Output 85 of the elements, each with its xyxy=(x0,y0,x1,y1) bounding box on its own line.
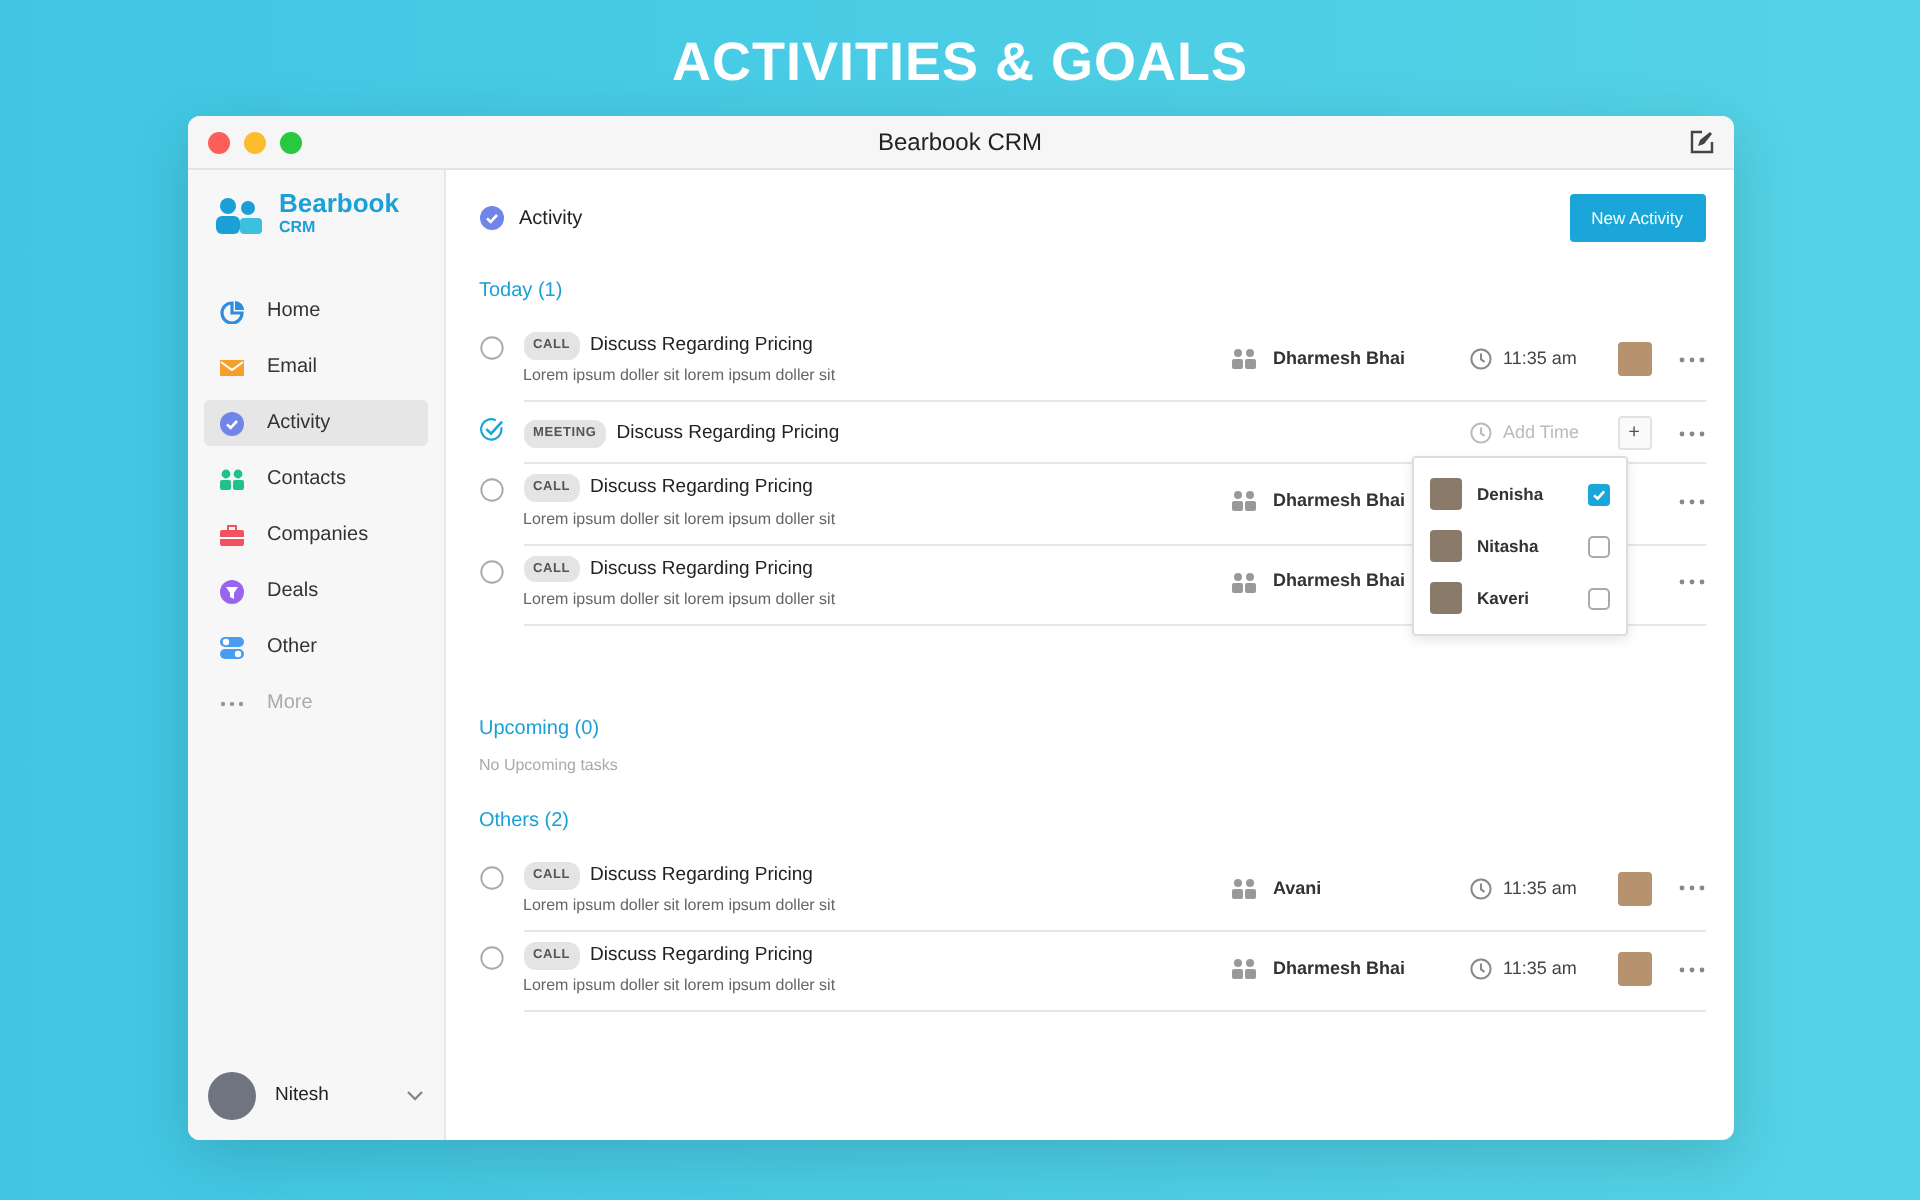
empty-circle-checkbox[interactable] xyxy=(479,946,503,970)
people-icon xyxy=(1231,571,1255,594)
section-title: Others (2) xyxy=(479,807,572,836)
assignee-name: Kaveri xyxy=(1477,585,1529,612)
task-description: Lorem ipsum doller sit lorem ipsum doller sit xyxy=(523,507,838,531)
task-description: Lorem ipsum doller sit lorem ipsum doller sit xyxy=(523,364,838,389)
clock-icon xyxy=(1469,422,1491,445)
empty-message: No Upcoming tasks xyxy=(479,753,620,778)
checkbox[interactable] xyxy=(1587,483,1609,506)
avatar-photo xyxy=(1429,582,1461,615)
time-text: 11:35 am xyxy=(1503,955,1577,982)
more-options-icon[interactable] xyxy=(1677,497,1705,506)
more-options-icon[interactable] xyxy=(1677,429,1705,438)
task-title: Discuss Regarding Pricing xyxy=(590,334,813,356)
task-title: Discuss Regarding Pricing xyxy=(590,944,813,966)
checked-circle-icon[interactable] xyxy=(479,418,503,443)
assignee-name: Nitasha xyxy=(1477,533,1539,560)
more-options-icon[interactable] xyxy=(1677,578,1705,587)
checkbox[interactable] xyxy=(1587,535,1609,558)
edit-icon[interactable] xyxy=(1689,130,1713,154)
more-options-icon[interactable] xyxy=(1677,884,1705,893)
section-title: Today (1) xyxy=(479,278,565,306)
logo-icon xyxy=(215,195,263,235)
sidebar-item[interactable]: Deals xyxy=(203,568,427,614)
avatar-photo[interactable] xyxy=(1617,952,1651,987)
sidebar-item[interactable]: Other xyxy=(203,624,427,670)
task-description: Lorem ipsum doller sit lorem ipsum doller sit xyxy=(523,974,838,999)
brand-name: Bearbook xyxy=(279,190,399,216)
pie-chart-icon xyxy=(219,299,243,323)
task-title: Discuss Regarding Pricing xyxy=(616,422,840,445)
clock-icon xyxy=(1469,348,1491,371)
chevron-down-icon[interactable] xyxy=(405,1090,423,1102)
window-zoom-button[interactable] xyxy=(279,131,301,153)
contact-name: Avani xyxy=(1273,875,1322,902)
clock-icon xyxy=(1469,877,1491,900)
sidebar-item[interactable]: Companies xyxy=(203,512,427,558)
check-circle-icon xyxy=(219,411,243,435)
window-title: Bearbook CRM xyxy=(877,126,1043,160)
sidebar-item[interactable]: Home xyxy=(203,288,427,334)
avatar-photo xyxy=(1429,478,1461,511)
people-icon xyxy=(1231,958,1255,981)
section-title: Upcoming (0) xyxy=(479,715,602,744)
people-icon xyxy=(219,467,243,491)
user-name: Nitesh xyxy=(275,1081,331,1110)
task-description: Lorem ipsum doller sit lorem ipsum doller sit xyxy=(523,587,838,612)
task-title: Discuss Regarding Pricing xyxy=(590,557,813,579)
avatar-photo xyxy=(1429,530,1461,563)
brand-subtitle: CRM xyxy=(279,216,318,240)
clock-icon xyxy=(1469,958,1491,981)
sidebar-item[interactable]: Email xyxy=(203,344,427,390)
add-assignee-button[interactable]: + xyxy=(1617,416,1651,451)
more-options-icon[interactable] xyxy=(1677,965,1705,974)
sidebar-item[interactable]: Contacts xyxy=(203,456,427,502)
envelope-icon xyxy=(219,355,243,379)
task-title: Discuss Regarding Pricing xyxy=(590,863,813,886)
page-title: Activity xyxy=(519,205,585,233)
empty-circle-checkbox[interactable] xyxy=(479,865,503,890)
window-minimize-button[interactable] xyxy=(243,131,265,153)
contact-name: Dharmesh Bhai xyxy=(1273,488,1406,515)
more-options-icon[interactable] xyxy=(1677,355,1705,364)
assignee-name: Denisha xyxy=(1477,481,1544,508)
funnel-icon xyxy=(219,579,243,603)
briefcase-icon xyxy=(219,523,243,547)
check-circle-icon xyxy=(479,206,503,230)
checkbox[interactable] xyxy=(1587,587,1609,610)
user-avatar-photo[interactable] xyxy=(207,1072,255,1120)
empty-circle-checkbox[interactable] xyxy=(479,336,503,360)
empty-circle-checkbox[interactable] xyxy=(479,559,503,583)
contact-name: Dharmesh Bhai xyxy=(1273,568,1406,595)
task-title: Discuss Regarding Pricing xyxy=(590,476,813,499)
window-close-button[interactable] xyxy=(207,131,229,153)
page-headline: ACTIVITIES & GOALS xyxy=(669,30,1251,96)
people-icon xyxy=(1231,877,1255,900)
time-text: 11:35 am xyxy=(1503,345,1577,372)
toggle-icon xyxy=(219,635,243,659)
time-text: 11:35 am xyxy=(1503,875,1577,902)
empty-circle-checkbox[interactable] xyxy=(479,478,503,503)
task-description: Lorem ipsum doller sit lorem ipsum doller sit xyxy=(523,894,838,918)
people-icon xyxy=(1231,348,1255,371)
avatar-photo[interactable] xyxy=(1617,342,1651,377)
contact-name: Dharmesh Bhai xyxy=(1273,955,1406,982)
sidebar-item[interactable]: Activity xyxy=(203,400,427,446)
people-icon xyxy=(1231,490,1255,513)
avatar-photo[interactable] xyxy=(1617,871,1651,906)
contact-name: Dharmesh Bhai xyxy=(1273,345,1406,372)
